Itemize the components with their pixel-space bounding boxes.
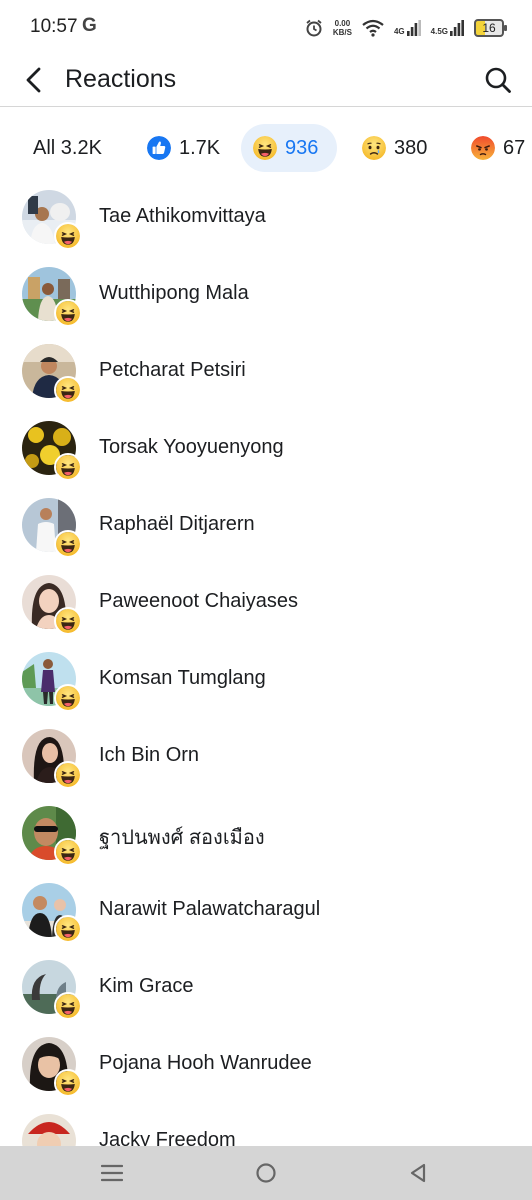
list-item[interactable]: Torsak Yooyuenyong: [0, 411, 532, 488]
haha-icon: [253, 136, 277, 160]
haha-badge-icon: [54, 453, 82, 481]
haha-badge-icon: [54, 838, 82, 866]
person-name[interactable]: Narawit Palawatcharagul: [99, 898, 320, 921]
haha-badge-icon: [54, 684, 82, 712]
avatar[interactable]: [22, 729, 82, 789]
search-button[interactable]: [480, 62, 516, 98]
person-name[interactable]: Komsan Tumglang: [99, 667, 266, 690]
avatar[interactable]: [22, 267, 82, 327]
status-icons: 0.00 KB/S 4G 4.5G 16: [305, 16, 507, 40]
system-nav-bar: [0, 1146, 532, 1200]
list-item[interactable]: Tae Athikomvittaya: [0, 180, 532, 257]
alarm-icon: [306, 19, 322, 37]
person-name[interactable]: Pojana Hooh Wanrudee: [99, 1052, 312, 1075]
header: Reactions: [0, 56, 532, 107]
reactions-list: Tae Athikomvittaya Wutthipong Mala Petch…: [0, 180, 532, 1146]
list-item[interactable]: Ich Bin Orn: [0, 719, 532, 796]
signal-icon: [406, 20, 421, 36]
network-speed: 0.00 KB/S: [332, 19, 352, 37]
signal-2: 4.5G: [431, 20, 464, 36]
haha-badge-icon: [54, 992, 82, 1020]
avatar[interactable]: [22, 1114, 80, 1146]
list-item[interactable]: Pojana Hooh Wanrudee: [0, 1027, 532, 1104]
list-item[interactable]: Paweenoot Chaiyases: [0, 565, 532, 642]
haha-badge-icon: [54, 530, 82, 558]
like-icon: [147, 136, 171, 160]
list-item[interactable]: ฐาปนพงศ์ สองเมือง: [0, 796, 532, 873]
avatar[interactable]: [22, 1037, 82, 1097]
list-item[interactable]: Wutthipong Mala: [0, 257, 532, 334]
tab-label: All 3.2K: [33, 136, 102, 159]
list-item[interactable]: Narawit Palawatcharagul: [0, 873, 532, 950]
profile-photo: [22, 1114, 76, 1146]
avatar[interactable]: [22, 652, 82, 712]
person-name[interactable]: Torsak Yooyuenyong: [99, 436, 284, 459]
list-item[interactable]: Kim Grace: [0, 950, 532, 1027]
avatar[interactable]: [22, 806, 82, 866]
back-button[interactable]: [16, 62, 52, 98]
avatar[interactable]: [22, 498, 82, 558]
person-name[interactable]: Paweenoot Chaiyases: [99, 590, 298, 613]
person-name[interactable]: Jacky Freedom: [99, 1129, 236, 1146]
avatar[interactable]: [22, 883, 82, 943]
tab-sad[interactable]: 380: [350, 124, 439, 172]
person-name[interactable]: Ich Bin Orn: [99, 744, 199, 767]
status-bar: 10:57 G 0.00 KB/S 4G 4.5G 16: [0, 0, 532, 56]
home-button[interactable]: [248, 1156, 284, 1190]
signal-icon: [450, 20, 464, 36]
reaction-tabs: All 3.2K 1.7K 936 380 67: [0, 124, 532, 174]
person-name[interactable]: Wutthipong Mala: [99, 282, 249, 305]
page-title: Reactions: [65, 65, 177, 93]
tab-like[interactable]: 1.7K: [135, 124, 232, 172]
back-triangle-icon: [410, 1163, 426, 1183]
search-icon: [485, 67, 511, 93]
tab-angry[interactable]: 67: [459, 124, 532, 172]
battery-icon: 16: [474, 19, 507, 37]
avatar[interactable]: [22, 344, 82, 404]
person-name[interactable]: Raphaël Ditjarern: [99, 513, 255, 536]
tab-label: 67: [503, 136, 526, 159]
signal-1: 4G: [394, 20, 421, 36]
person-name[interactable]: ฐาปนพงศ์ สองเมือง: [99, 821, 265, 853]
haha-badge-icon: [54, 915, 82, 943]
list-item[interactable]: Jacky Freedom: [0, 1104, 532, 1146]
tab-label: 380: [394, 136, 428, 159]
angry-icon: [471, 136, 495, 160]
person-name[interactable]: Tae Athikomvittaya: [99, 205, 266, 228]
recent-apps-button[interactable]: [94, 1156, 130, 1190]
wifi-icon: [362, 19, 384, 37]
person-name[interactable]: Kim Grace: [99, 975, 193, 998]
tab-label: 936: [285, 136, 319, 159]
avatar[interactable]: [22, 190, 82, 250]
status-time: 10:57: [30, 16, 78, 37]
avatar[interactable]: [22, 421, 82, 481]
tab-label: 1.7K: [179, 136, 221, 159]
haha-badge-icon: [54, 1069, 82, 1097]
avatar[interactable]: [22, 960, 82, 1020]
list-item[interactable]: Raphaël Ditjarern: [0, 488, 532, 565]
haha-badge-icon: [54, 299, 82, 327]
tab-haha[interactable]: 936: [241, 124, 337, 172]
tab-all[interactable]: All 3.2K: [21, 124, 114, 172]
haha-badge-icon: [54, 376, 82, 404]
google-icon: G: [82, 15, 97, 36]
home-circle-icon: [256, 1163, 276, 1183]
haha-badge-icon: [54, 222, 82, 250]
back-arrow-icon: [26, 67, 41, 93]
person-name[interactable]: Petcharat Petsiri: [99, 359, 246, 382]
menu-icon: [101, 1164, 123, 1182]
haha-badge-icon: [54, 607, 82, 635]
back-nav-button[interactable]: [400, 1156, 436, 1190]
avatar[interactable]: [22, 575, 82, 635]
list-item[interactable]: Komsan Tumglang: [0, 642, 532, 719]
haha-badge-icon: [54, 761, 82, 789]
sad-icon: [362, 136, 386, 160]
list-item[interactable]: Petcharat Petsiri: [0, 334, 532, 411]
